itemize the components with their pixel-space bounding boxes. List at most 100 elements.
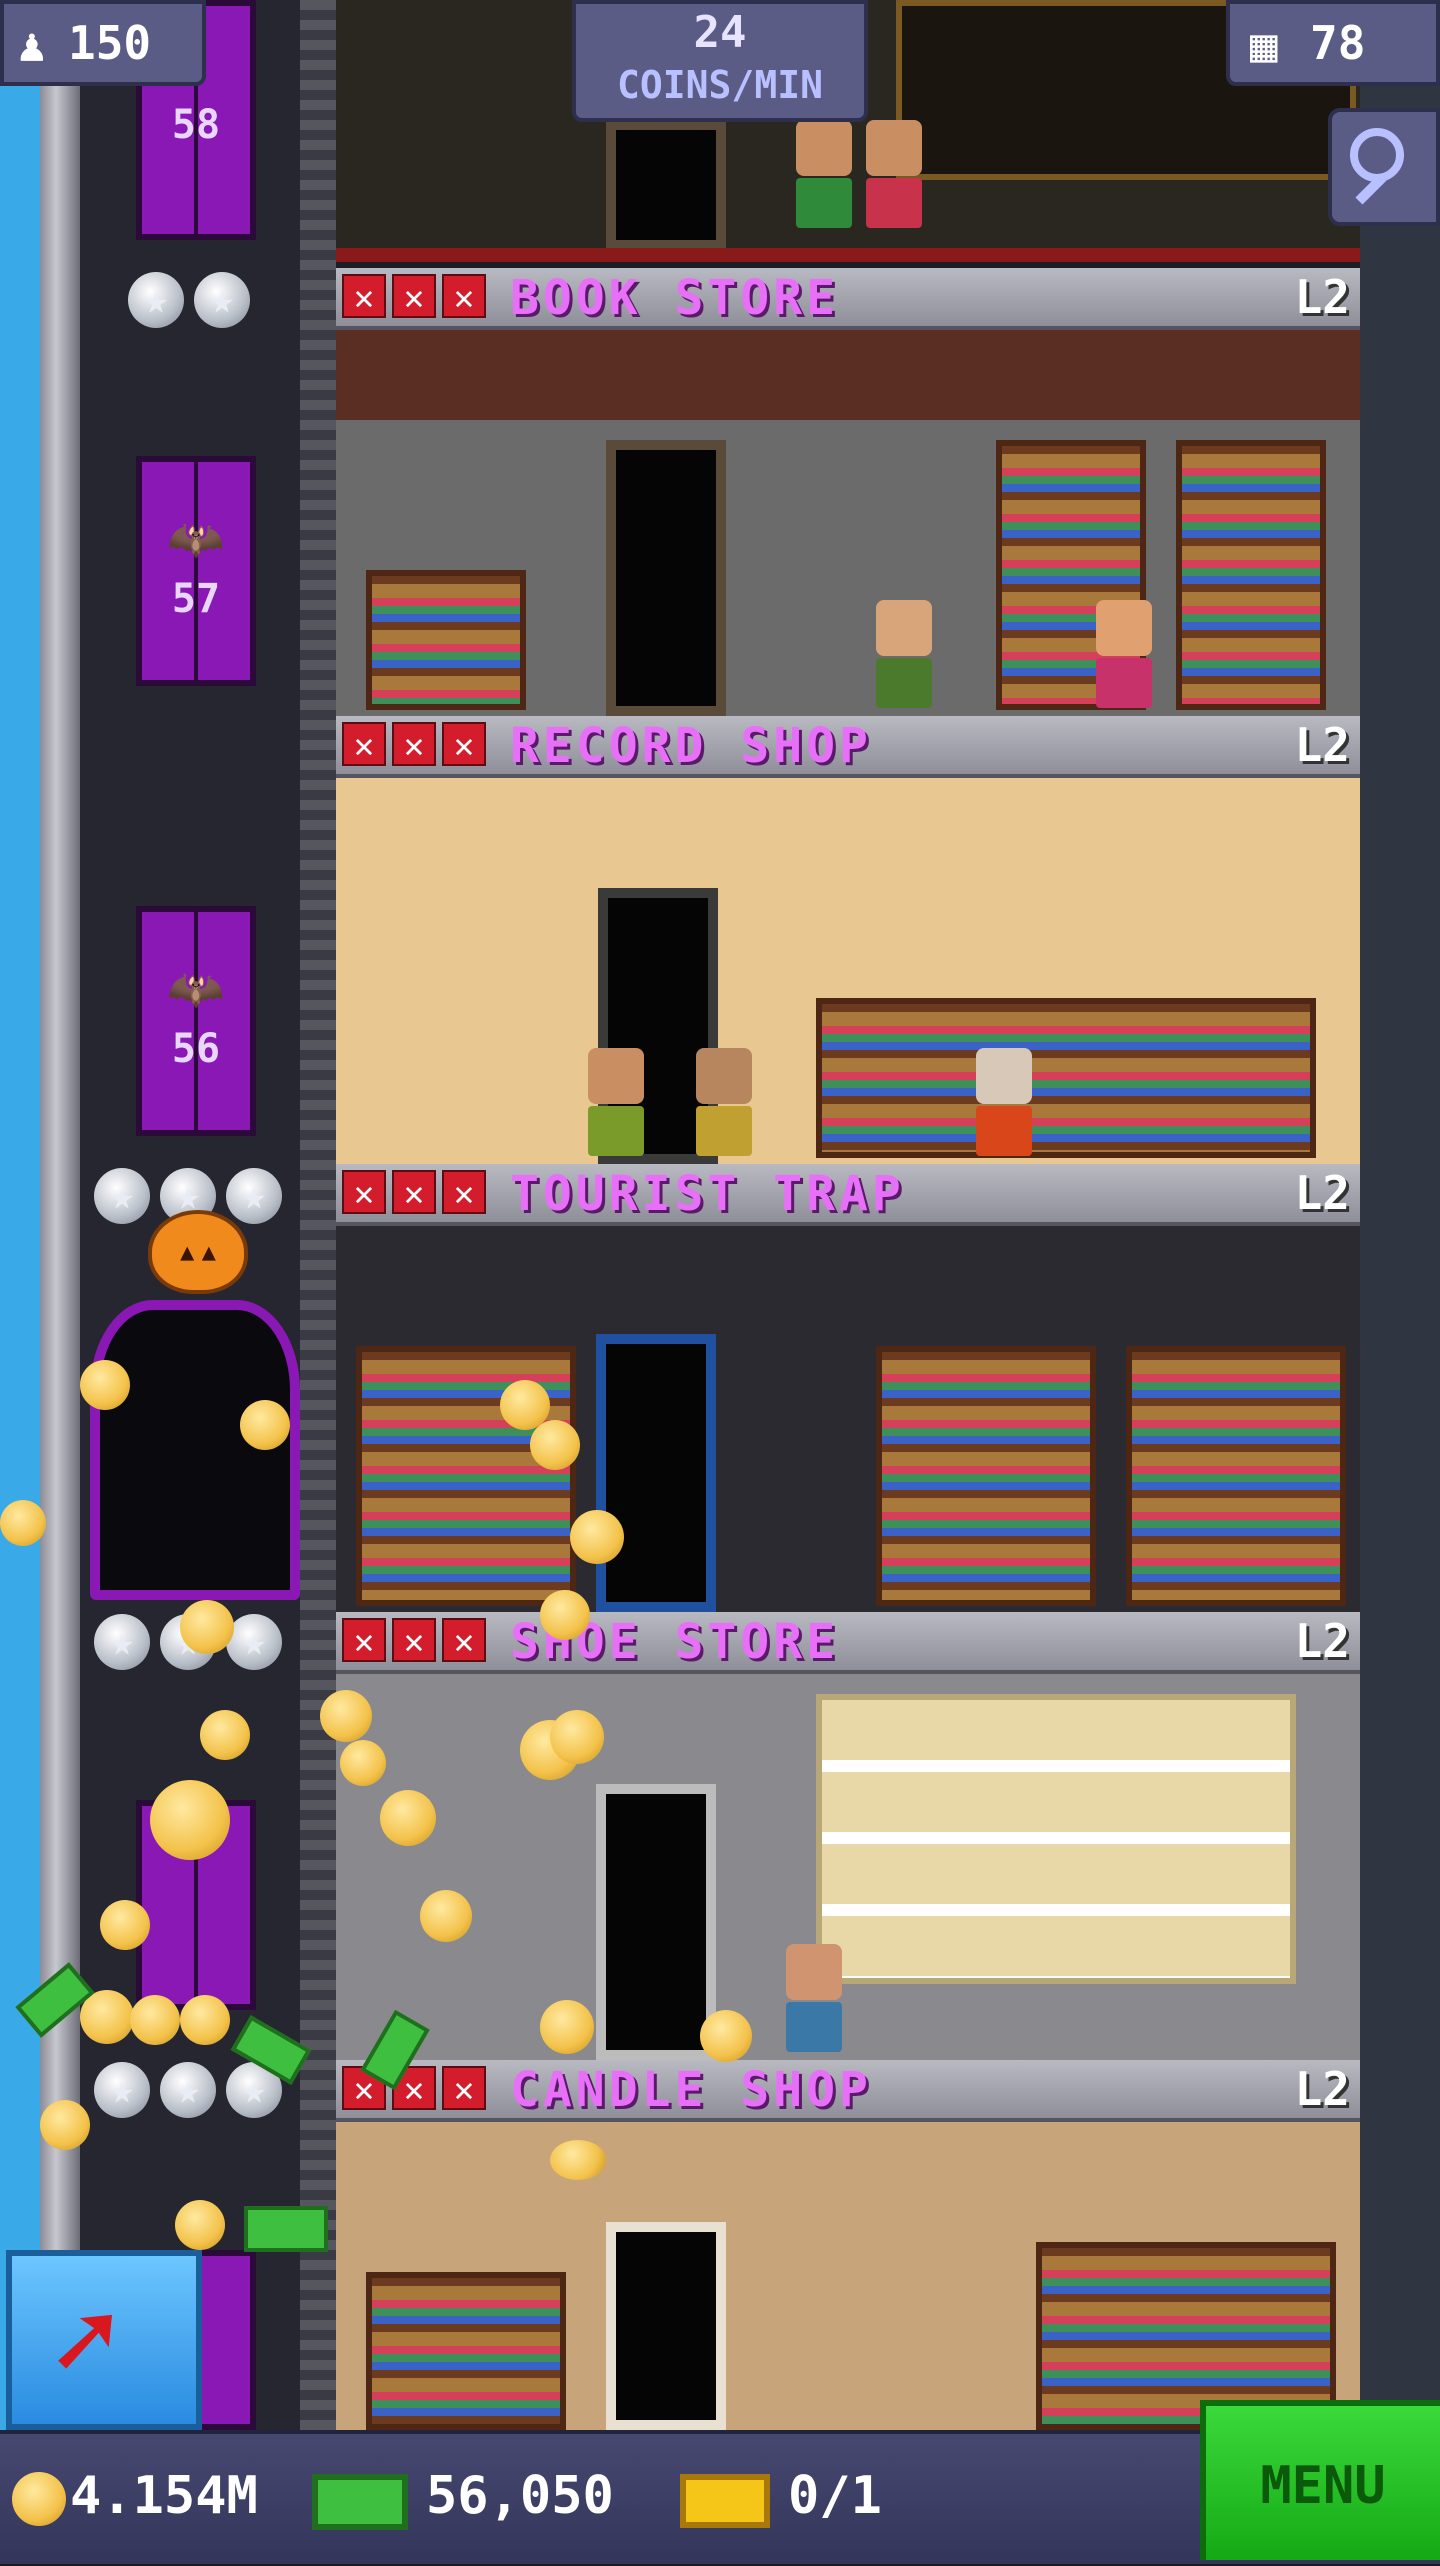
bookshelf: [366, 570, 526, 710]
coin-icon: [550, 1710, 604, 1764]
coffin-decoration: [90, 1300, 300, 1600]
bitizen[interactable]: [696, 1048, 752, 1156]
floor-record-shop[interactable]: ✕ ✕ ✕ RECORD SHOP L2: [336, 716, 1360, 1164]
share-button[interactable]: ➚: [6, 2250, 202, 2430]
coin-rate-unit: COINS/MIN: [617, 63, 823, 107]
coin-icon: [420, 1890, 472, 1942]
red-x-icon: ✕: [442, 274, 486, 318]
menu-button[interactable]: MENU: [1200, 2400, 1440, 2560]
coin-icon: [150, 1780, 230, 1860]
floor-tourist-trap[interactable]: ✕ ✕ ✕ TOURIST TRAP L2: [336, 1164, 1360, 1612]
stock-indicators: ✕ ✕ ✕: [342, 1170, 486, 1214]
floors-counter[interactable]: ▦ 78: [1226, 0, 1440, 86]
floor-name: RECORD SHOP: [510, 718, 872, 774]
door: [606, 440, 726, 716]
coin-rate-panel: 24 COINS/MIN: [572, 0, 868, 122]
souvenir-shelf: [356, 1346, 576, 1606]
floor-header: ✕ ✕ ✕ SHOE STORE L2: [336, 1612, 1360, 1674]
coin-icon: [240, 1400, 290, 1450]
floor-level: L2: [1294, 270, 1350, 324]
red-x-icon: ✕: [392, 274, 436, 318]
souvenir-shelf: [876, 1346, 1096, 1606]
shoe-wall: [816, 1694, 1296, 1984]
red-x-icon: ✕: [392, 1170, 436, 1214]
star-icon: ★: [94, 1168, 150, 1224]
candle-shelf: [366, 2272, 566, 2430]
building-icon: ▦: [1250, 18, 1278, 72]
bat-icon: 🦇: [167, 962, 225, 1016]
elevator-car-57[interactable]: 🦇 57: [136, 456, 256, 686]
floor-candle-shop[interactable]: ✕ ✕ ✕ CANDLE SHOP L2: [336, 2060, 1360, 2430]
door: [596, 1784, 716, 2060]
coin-icon: [180, 1600, 234, 1654]
room-interior: [336, 778, 1360, 1164]
stock-indicators: ✕ ✕ ✕: [342, 1618, 486, 1662]
floor-stars: ★ ★ ★: [94, 2062, 282, 2118]
bux-value: 56,050: [426, 2466, 614, 2526]
record-rack: [816, 998, 1316, 1158]
floor-header: ✕ ✕ ✕ CANDLE SHOP L2: [336, 2060, 1360, 2122]
bitizen[interactable]: [796, 120, 852, 228]
neighbor-building: [1360, 0, 1440, 2430]
room-interior: [336, 2122, 1360, 2430]
tickets-value: 0/1: [788, 2466, 882, 2526]
pumpkin-icon: ▴▴: [148, 1210, 248, 1294]
floor-level: L2: [1294, 2062, 1350, 2116]
red-x-icon: ✕: [442, 1618, 486, 1662]
coin-icon: [130, 1995, 180, 2045]
ticket-icon: [680, 2474, 770, 2528]
elevator-car-56[interactable]: 🦇 56: [136, 906, 256, 1136]
coin-icon: [570, 1510, 624, 1564]
elevator-floor-number: 58: [171, 102, 221, 148]
floor-name: CANDLE SHOP: [510, 2062, 872, 2118]
coin-icon: [12, 2472, 66, 2526]
bitizen[interactable]: [976, 1048, 1032, 1156]
red-x-icon: ✕: [342, 274, 386, 318]
coin-icon: [175, 2200, 225, 2250]
red-x-icon: ✕: [342, 1618, 386, 1662]
coin-icon: [320, 1690, 372, 1742]
bitizen[interactable]: [866, 120, 922, 228]
bitizen[interactable]: [786, 1944, 842, 2052]
floor-level: L2: [1294, 1166, 1350, 1220]
door: [606, 120, 726, 250]
population-counter[interactable]: ♟ 150: [0, 0, 206, 86]
door: [606, 2222, 726, 2430]
coin-icon: [550, 2140, 606, 2180]
floor-level: L2: [1294, 718, 1350, 772]
bitizen[interactable]: [1096, 600, 1152, 708]
red-x-icon: ✕: [392, 1618, 436, 1662]
bitizen[interactable]: [876, 600, 932, 708]
stock-indicators: ✕ ✕ ✕: [342, 722, 486, 766]
floor-book-store[interactable]: ✕ ✕ ✕ BOOK STORE L2: [336, 268, 1360, 716]
red-x-icon: ✕: [342, 722, 386, 766]
tower-edge: [40, 0, 80, 2430]
arrow-up-right-icon: ➚: [52, 2277, 119, 2405]
floor-shoe-store[interactable]: ✕ ✕ ✕ SHOE STORE L2: [336, 1612, 1360, 2060]
floor-stars: ★ ★: [128, 272, 250, 328]
bitizen[interactable]: [588, 1048, 644, 1156]
person-icon: ♟: [18, 18, 46, 72]
star-icon: ★: [94, 2062, 150, 2118]
floors-value: 78: [1310, 16, 1366, 70]
coin-icon: [340, 1740, 386, 1786]
floor-header: ✕ ✕ ✕ RECORD SHOP L2: [336, 716, 1360, 778]
floor-trim: [336, 248, 1360, 262]
sky-background: [0, 0, 40, 2430]
red-x-icon: ✕: [442, 2066, 486, 2110]
souvenir-shelf: [1126, 1346, 1346, 1606]
bat-icon: 🦇: [167, 512, 225, 566]
coin-icon: [540, 2000, 594, 2054]
coin-icon: [200, 1710, 250, 1760]
floor-header: ✕ ✕ ✕ BOOK STORE L2: [336, 268, 1360, 330]
search-button[interactable]: [1328, 108, 1440, 226]
door: [596, 1334, 716, 1612]
stock-indicators: ✕ ✕ ✕: [342, 274, 486, 318]
coin-icon: [0, 1500, 46, 1546]
coins-value: 4.154M: [70, 2466, 258, 2526]
elevator-rail: [300, 0, 336, 2430]
red-x-icon: ✕: [442, 1170, 486, 1214]
coin-icon: [380, 1790, 436, 1846]
star-icon: ★: [128, 272, 184, 328]
red-x-icon: ✕: [442, 722, 486, 766]
